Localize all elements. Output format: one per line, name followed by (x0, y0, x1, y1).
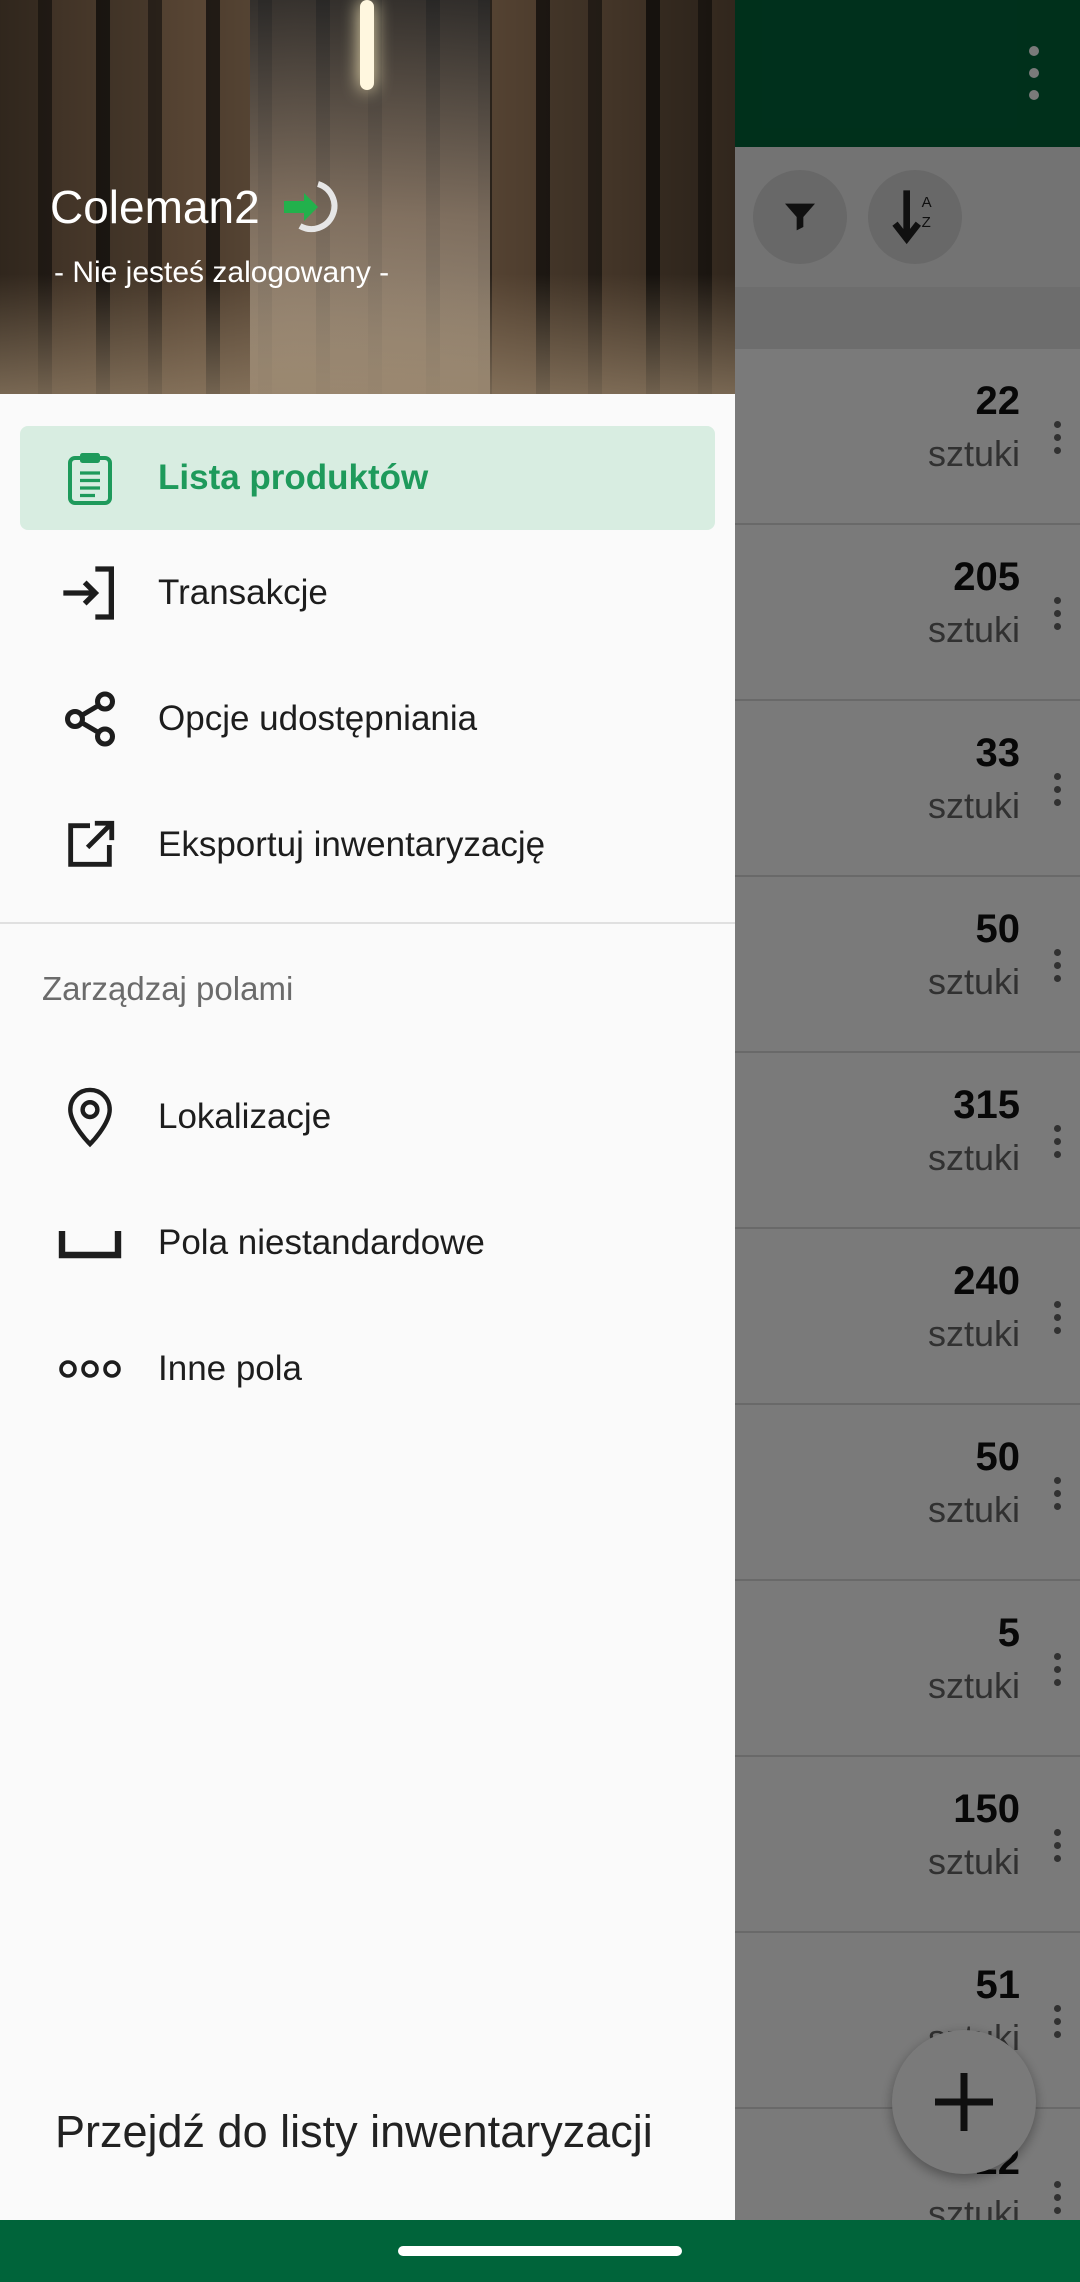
menu-item-sharing-options[interactable]: Opcje udostępniania (0, 656, 735, 782)
menu-item-label: Transakcje (158, 573, 328, 612)
section-title-manage-fields: Zarządzaj polami (42, 970, 294, 1007)
menu-item-transactions[interactable]: Transakcje (0, 530, 735, 656)
menu-item-label: Opcje udostępniania (158, 699, 478, 738)
menu-item-label: Lista produktów (158, 458, 429, 497)
share-icon (56, 685, 124, 753)
menu-item-export-inventory[interactable]: Eksportuj inwentaryzację (0, 782, 735, 908)
other-fields-icon (56, 1335, 124, 1403)
navigation-drawer: Coleman2 - Nie jesteś zalogowany - Lista… (0, 0, 735, 2220)
drawer-menu: Lista produktów Transakcje Opcje udostęp… (0, 394, 735, 1432)
login-arrow-icon (56, 559, 124, 627)
menu-item-label: Lokalizacje (158, 1097, 332, 1136)
menu-item-product-list[interactable]: Lista produktów (20, 426, 715, 530)
menu-item-locations[interactable]: Lokalizacje (0, 1054, 735, 1180)
export-icon (56, 811, 124, 879)
go-to-inventory-list-link[interactable]: Przejdź do listy inwentaryzacji (55, 2106, 653, 2158)
menu-item-label: Pola niestandardowe (158, 1223, 485, 1262)
app-root: A Z 22sztuki205sztuki33sztuki50sztuki315… (0, 0, 1080, 2282)
system-navigation-bar (0, 2220, 1080, 2282)
menu-item-label: Inne pola (158, 1349, 303, 1388)
warehouse-lamp-image (360, 0, 374, 90)
drawer-header: Coleman2 - Nie jesteś zalogowany - (0, 0, 735, 394)
location-pin-icon (56, 1083, 124, 1151)
custom-field-icon (56, 1209, 124, 1277)
clipboard-icon (56, 444, 124, 512)
login-status-text: - Nie jesteś zalogowany - (54, 256, 390, 289)
menu-item-label: Eksportuj inwentaryzację (158, 825, 546, 864)
menu-item-custom-fields[interactable]: Pola niestandardowe (0, 1180, 735, 1306)
warehouse-floor-image (0, 274, 735, 394)
home-gesture-handle[interactable] (398, 2246, 682, 2256)
user-name: Coleman2 (50, 181, 260, 233)
login-status-icon[interactable] (280, 176, 350, 238)
menu-item-other-fields[interactable]: Inne pola (0, 1306, 735, 1432)
